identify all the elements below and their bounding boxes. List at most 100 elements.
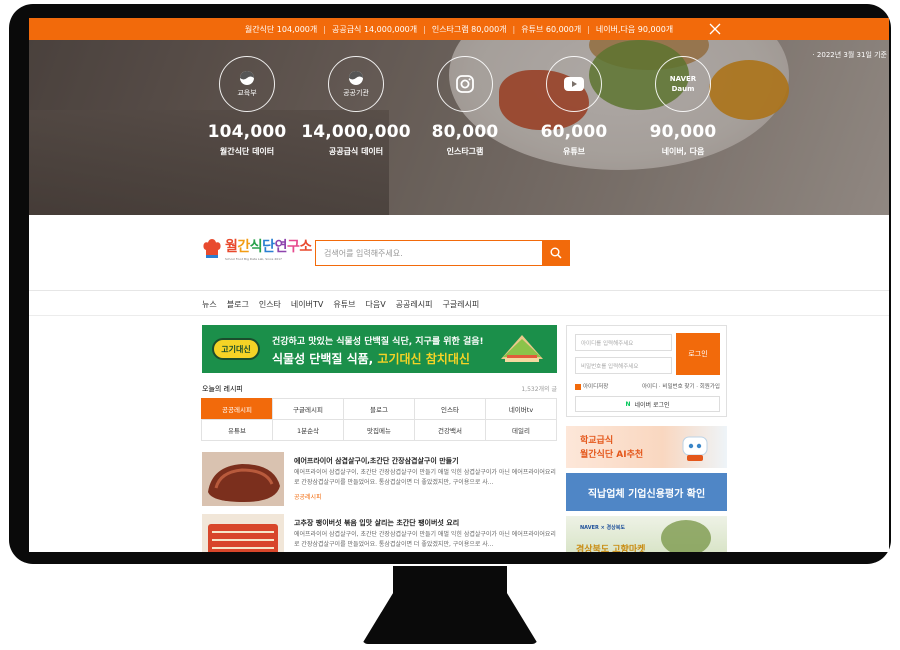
youtube-icon [564,77,584,91]
remember-id-checkbox[interactable]: 아이디저장 [575,382,608,390]
ad-credit-check[interactable]: 직납업체 기업신용평가 확인 [566,473,727,511]
list-item[interactable]: 고추장 팽이버섯 볶음 입맛 살리는 초간단 팽이버섯 요리 에어프라이어 삼겹… [202,514,557,552]
naver-logo: NAVER [669,75,697,83]
stat-label: 인스타그램 [446,147,484,156]
stat-number: 60,000 [540,122,608,142]
sandwich-image [501,335,543,362]
stat-circle [546,56,602,112]
ad-ai-recommend[interactable]: 학교급식 월간식단 AI추천 [566,426,727,468]
login-button[interactable]: 로그인 [676,333,720,375]
stat-circle: NAVER Daum [655,56,711,112]
browser-screen: 월간식단 104,000개 | 공공급식 14,000,000개 | 인스타그램… [29,18,889,552]
article-thumbnail [202,514,284,552]
search-input[interactable]: 검색어를 입력해주세요. [315,240,543,266]
topbar-item: 인스타그램 80,000개 [431,24,507,34]
ad-text: 학교급식 [580,436,614,446]
instagram-icon [456,75,474,93]
logo-subtitle: School Food Big Data Lab, Since 2017 [225,257,282,261]
nav-item-news[interactable]: 뉴스 [202,299,217,310]
search-button[interactable] [542,240,570,266]
logo-char: 소 [299,239,312,255]
recipe-tabs: 공공레시피 구글레시피 블로그 인스타 네이버tv 유튜브 1분순삭 맛집메뉴 … [201,398,557,441]
stat-label: 네이버, 다음 [661,147,705,156]
banner-line2: 식물성 단백질 식품, 고기대신 참치대신 [272,350,470,367]
article-desc: 에어프라이어 삼겹살구이, 초간단 간장삼겹살구이 만들기 애벌 익힌 삼겹살구… [294,469,556,486]
promo-banner[interactable]: 고기대신 건강하고 맛있는 식물성 단백질 식단, 지구를 위한 걸음! 식물성… [202,325,557,373]
password-input[interactable]: 비밀번호를 입력해주세요 [575,357,672,374]
topbar-separator: | [512,24,516,34]
tab-google-recipe[interactable]: 구글레시피 [272,398,344,420]
site-logo[interactable]: 월간식단연구소 School Food Big Data Lab, Since … [202,236,312,261]
government-mark-icon [349,71,363,85]
ad-plant-image [661,520,711,552]
hero-banner: · 2022년 3월 31일 기준 교육부 104,000 월간식단 데이터 공… [29,40,889,215]
tab-public-recipe[interactable]: 공공레시피 [201,398,273,420]
nav-item-insta[interactable]: 인스타 [259,299,281,310]
nav-item-blog[interactable]: 블로그 [227,299,249,310]
topbar-item: 공공급식 14,000,000개 [331,24,418,34]
banner-highlight: 고기대신 참치대신 [377,352,470,366]
stat-number: 80,000 [431,122,499,142]
naver-login-label: 네이버 로그인 [634,401,670,409]
ad-local-market[interactable]: NAVER × 경상북도 경상북도 고향마켓 [566,516,727,552]
government-mark-icon [240,71,254,85]
stat-item: 60,000 유튜브 [519,56,629,157]
topbar-separator: | [323,24,326,34]
banner-line1: 건강하고 맛있는 식물성 단백질 식단, 지구를 위한 걸음! [272,337,484,347]
tab-restaurant-menu[interactable]: 맛집메뉴 [343,419,415,441]
tab-daily[interactable]: 데일리 [485,419,557,441]
logo-char: 월 [225,239,238,255]
stat-circle: 공공기관 [328,56,384,112]
article-title[interactable]: 에어프라이어 삼겹살구이,초간단 간장삼겹살구이 만들기 [294,456,459,466]
remember-id-label: 아이디저장 [583,384,609,390]
ad-text: 경상북도 고향마켓 [576,545,646,552]
nav-item-daumv[interactable]: 다음V [365,299,385,310]
stat-circle-label: 공공기관 [343,89,369,97]
stat-item: 80,000 인스타그램 [410,56,520,157]
banner-badge: 고기대신 [212,338,260,360]
list-item[interactable]: 에어프라이어 삼겹살구이,초간단 간장삼겹살구이 만들기 에어프라이어 삼겹살구… [202,452,557,508]
section-title: 오늘의 레시피 [202,385,243,393]
monitor-stand-neck [393,566,507,594]
stat-number: 104,000 [207,122,287,142]
article-title[interactable]: 고추장 팽이버섯 볶음 입맛 살리는 초간단 팽이버섯 요리 [294,518,459,528]
search-icon [550,247,562,259]
close-icon[interactable] [707,21,723,37]
tab-health[interactable]: 건강백서 [414,419,486,441]
nav-divider [29,290,889,291]
stat-circle-label: 교육부 [237,89,257,97]
checkbox-icon [575,383,581,390]
ad-text: NAVER × 경상북도 [580,525,625,531]
daum-logo: Daum [671,85,695,93]
naver-login-button[interactable]: N 네이버 로그인 [575,396,720,412]
nav-item-navertv[interactable]: 네이버TV [291,299,323,310]
tab-row: 공공레시피 구글레시피 블로그 인스타 네이버tv [201,398,557,420]
stats-row: 교육부 104,000 월간식단 데이터 공공기관 14,000,000 공공급… [29,40,889,215]
naver-n-icon: N [625,400,631,408]
nav-divider [29,315,889,316]
nav-item-youtube[interactable]: 유튜브 [333,299,355,310]
tab-blog[interactable]: 블로그 [343,398,415,420]
login-box: 아이디를 입력해주세요 비밀번호를 입력해주세요 로그인 아이디저장 아이디 ·… [566,325,727,417]
today-recipe-header: 오늘의 레시피 1,532개의 글 [202,384,557,394]
tab-insta[interactable]: 인스타 [414,398,486,420]
nav-item-public-recipe[interactable]: 공공레시피 [396,299,433,310]
article-desc: 에어프라이어 삼겹살구이, 초간단 간장삼겹살구이 만들기 애벌 익힌 삼겹살구… [294,531,556,548]
topbar: 월간식단 104,000개 | 공공급식 14,000,000개 | 인스타그램… [29,18,889,40]
stat-label: 유튜브 [562,147,586,156]
logo-char: 간 [237,239,250,255]
id-input[interactable]: 아이디를 입력해주세요 [575,334,672,351]
tab-one-minute[interactable]: 1분순삭 [272,419,344,441]
find-account-links[interactable]: 아이디 · 비밀번호 찾기 · 회원가입 [642,382,720,390]
monitor-frame: 월간식단 104,000개 | 공공급식 14,000,000개 | 인스타그램… [9,4,891,564]
tab-youtube[interactable]: 유튜브 [201,419,273,441]
logo-char: 식 [249,239,263,255]
tab-navertv[interactable]: 네이버tv [485,398,557,420]
stat-circle: 교육부 [219,56,275,112]
stat-circle [437,56,493,112]
article-category[interactable]: 공공레시피 [294,492,322,501]
nav-item-google-recipe[interactable]: 구글레시피 [442,299,479,310]
stat-number: 14,000,000 [301,122,411,142]
stat-item: NAVER Daum 90,000 네이버, 다음 [628,56,738,157]
topbar-item: 네이버,다음 90,000개 [595,24,674,34]
